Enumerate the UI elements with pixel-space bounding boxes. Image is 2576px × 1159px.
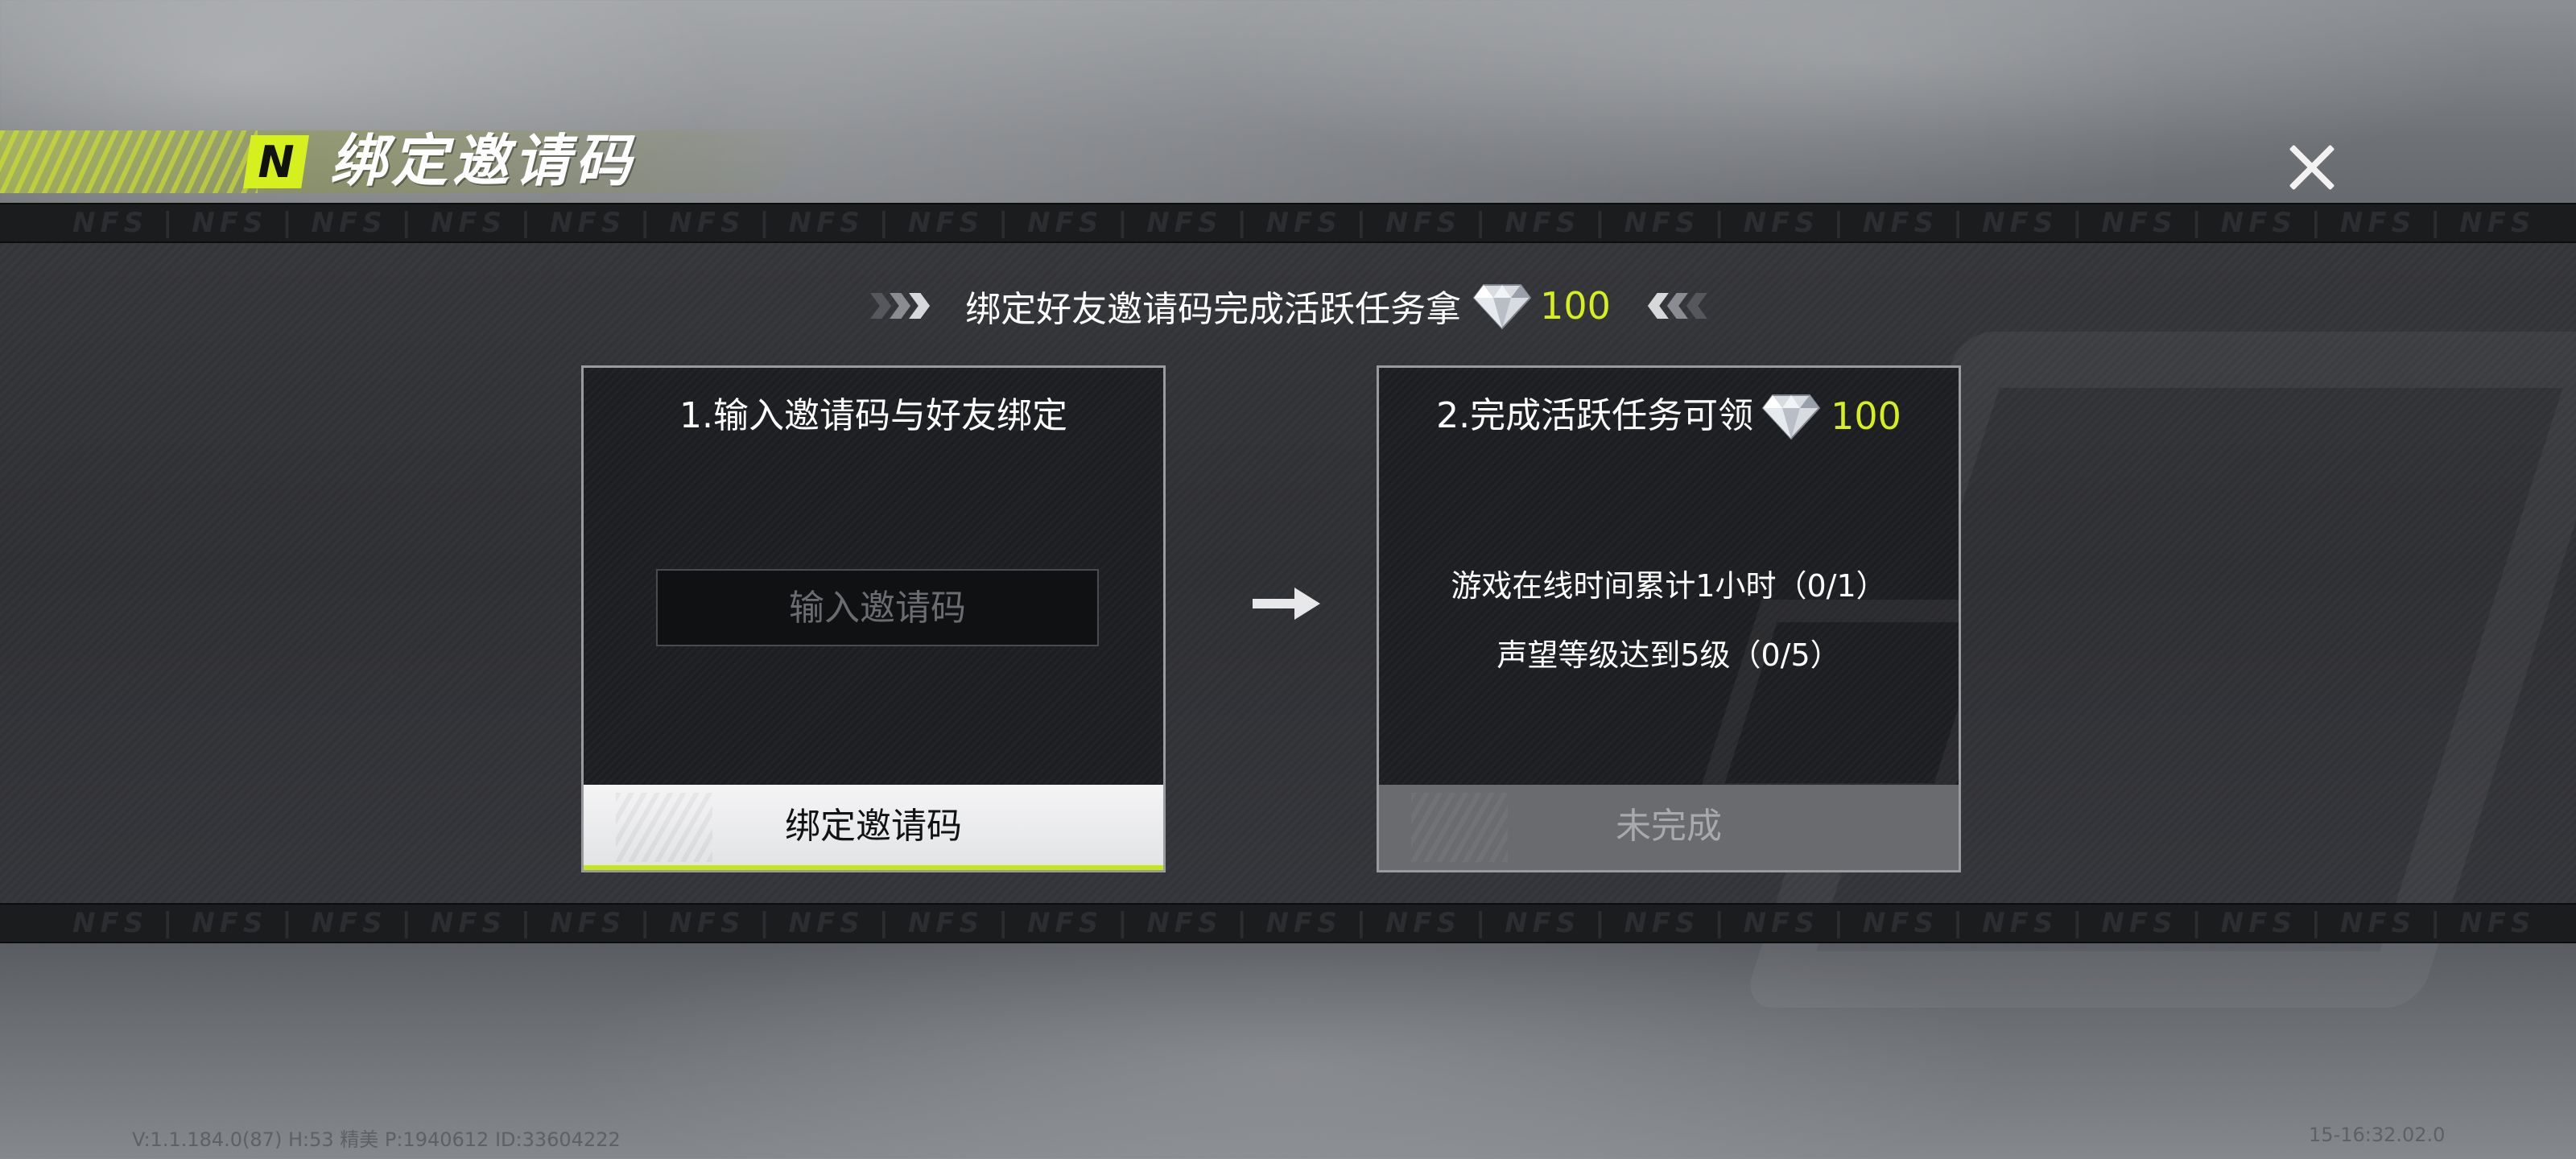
bind-invite-code-button[interactable]: 绑定邀请码: [584, 785, 1163, 870]
version-info: V:1.1.184.0(87) H:53 精美 P:1940612 ID:336…: [132, 1128, 621, 1151]
logo-letter: N: [258, 136, 295, 188]
bind-button-label: 绑定邀请码: [785, 806, 962, 847]
page-title: 绑定邀请码: [330, 128, 636, 194]
arrow-right-icon: [1253, 588, 1320, 620]
step1-card: 1.输入邀请码与好友绑定 绑定邀请码: [581, 365, 1166, 872]
chevrons-left-icon: [1647, 293, 1707, 319]
subtitle-text: 绑定好友邀请码完成活跃任务拿: [965, 289, 1462, 330]
strip-pattern-text: NFS | NFS | NFS | NFS | NFS | NFS | NFS …: [72, 907, 2536, 939]
diamond-icon: [1760, 392, 1823, 440]
subtitle-row: 绑定好友邀请码完成活跃任务拿 100: [0, 274, 2576, 338]
chevrons-right-icon: [870, 293, 931, 319]
strip-pattern-text: NFS | NFS | NFS | NFS | NFS | NFS | NFS …: [72, 207, 2536, 239]
step1-title: 1.输入邀请码与好友绑定: [584, 392, 1163, 440]
diamond-icon: [1472, 282, 1532, 330]
step2-title-text: 2.完成活跃任务可领: [1436, 395, 1754, 436]
title-banner-stripes: [0, 130, 258, 193]
close-button[interactable]: [2283, 138, 2341, 196]
top-pattern-strip: NFS | NFS | NFS | NFS | NFS | NFS | NFS …: [0, 203, 2576, 243]
step2-reward-amount: 100: [1831, 394, 1901, 438]
nfs-logo-icon: N: [243, 135, 309, 188]
step1-title-text: 1.输入邀请码与好友绑定: [679, 395, 1067, 436]
invite-code-input[interactable]: [656, 569, 1099, 646]
step2-title: 2.完成活跃任务可领 100: [1379, 392, 1959, 440]
incomplete-button-label: 未完成: [1616, 806, 1722, 847]
step2-card: 2.完成活跃任务可领 100 游戏在线时间累计1小时（0/1） 声望等级达到5级…: [1377, 365, 1961, 872]
incomplete-button[interactable]: 未完成: [1379, 785, 1959, 870]
bottom-pattern-strip: NFS | NFS | NFS | NFS | NFS | NFS | NFS …: [0, 903, 2576, 943]
timestamp-info: 15-16:32.02.0: [2309, 1124, 2446, 1146]
subtitle-reward-amount: 100: [1540, 284, 1611, 328]
